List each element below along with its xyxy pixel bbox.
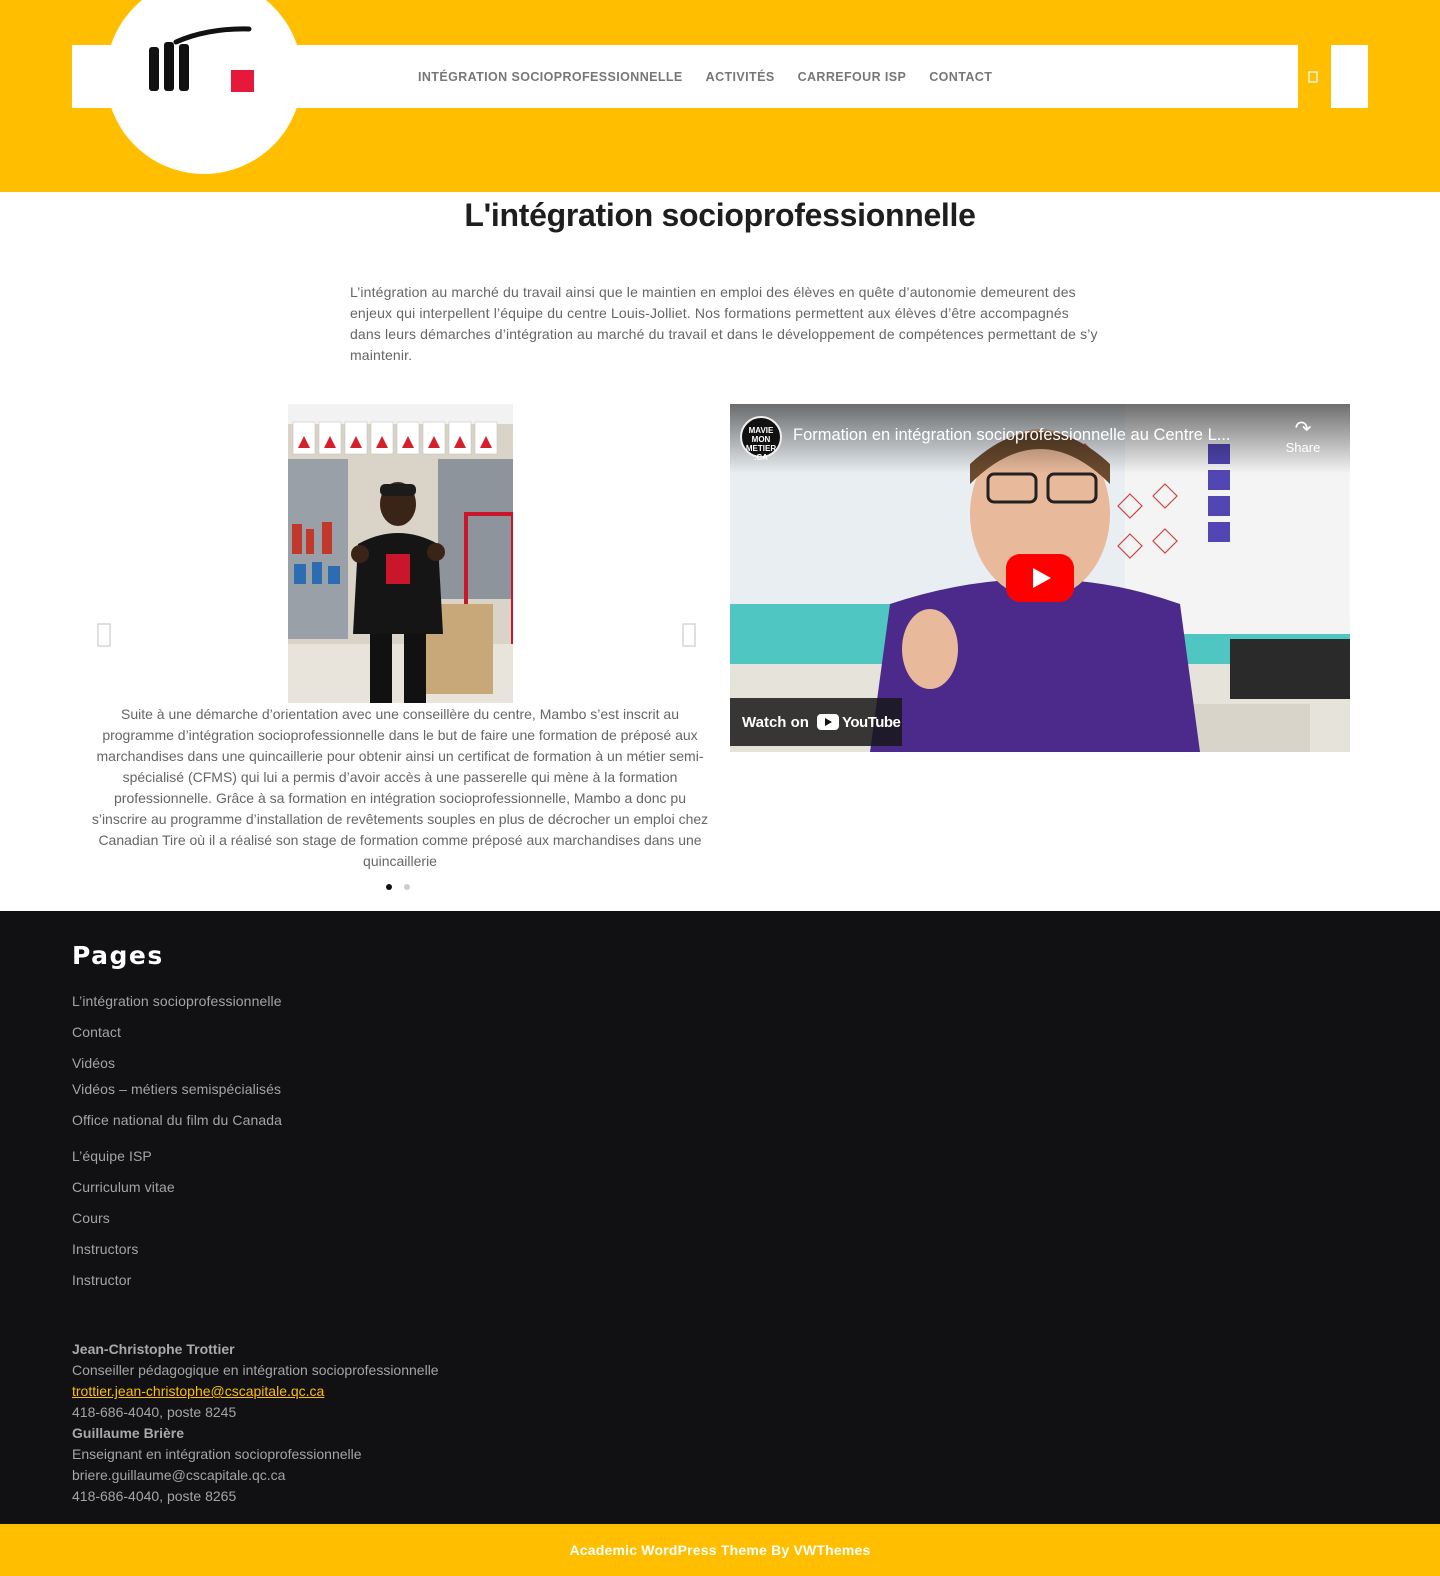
chevron-right-icon bbox=[682, 623, 696, 647]
youtube-logo-text: YouTube bbox=[841, 713, 901, 731]
watch-on-label: Watch on bbox=[742, 713, 809, 731]
footer-link-equipe-isp[interactable]: L’équipe ISP bbox=[72, 1148, 152, 1164]
nav-item-contact[interactable]: CONTACT bbox=[929, 70, 992, 84]
intro-paragraph: L’intégration au marché du travail ainsi… bbox=[350, 284, 1098, 363]
channel-avatar[interactable]: MAVIE MON METIER .CA bbox=[740, 416, 782, 462]
slide-caption: Suite à une démarche d’orientation avec … bbox=[91, 706, 709, 869]
copyright-bar: Academic WordPress Theme By VWThemes bbox=[0, 1524, 1440, 1576]
share-button[interactable]: ↷ Share bbox=[1278, 418, 1328, 455]
contact-email-link[interactable]: trottier.jean-christophe@cscapitale.qc.c… bbox=[72, 1383, 324, 1399]
carousel-dots bbox=[386, 884, 410, 890]
youtube-logo: YouTube bbox=[816, 713, 901, 731]
footer-link-instructor[interactable]: Instructor bbox=[72, 1272, 131, 1288]
slide-photo bbox=[288, 404, 513, 703]
carousel-dot-1[interactable] bbox=[386, 884, 392, 890]
site-logo[interactable] bbox=[148, 22, 258, 97]
search-icon bbox=[1308, 70, 1318, 83]
youtube-play-icon bbox=[816, 714, 839, 730]
contact-email: briere.guillaume@cscapitale.qc.ca bbox=[72, 1467, 286, 1483]
menu-toggle-button[interactable] bbox=[1331, 45, 1368, 108]
contact-name: Guillaume Brière bbox=[72, 1425, 185, 1441]
footer-link-instructors[interactable]: Instructors bbox=[72, 1241, 138, 1257]
chevron-left-icon bbox=[97, 623, 111, 647]
carousel-dot-2[interactable] bbox=[404, 884, 410, 890]
contact-block: Jean-Christophe Trottier Conseiller péda… bbox=[72, 1339, 439, 1507]
nav-item-carrefour-isp[interactable]: CARREFOUR ISP bbox=[798, 70, 907, 84]
footer-link-cv[interactable]: Curriculum vitae bbox=[72, 1179, 175, 1195]
testimonial-carousel: Suite à une démarche d’orientation avec … bbox=[90, 404, 710, 904]
watch-on-youtube-button[interactable]: Watch on YouTube bbox=[730, 698, 902, 746]
carousel-next-button[interactable] bbox=[682, 620, 696, 655]
nav-item-activites[interactable]: ACTIVITÉS bbox=[706, 70, 775, 84]
store-photo-illustration bbox=[288, 404, 513, 703]
footer-link-videos-metiers[interactable]: Vidéos – métiers semispécialisés bbox=[72, 1081, 281, 1097]
main-nav: INTÉGRATION SOCIOPROFESSIONNELLE ACTIVIT… bbox=[418, 45, 992, 108]
contact-phone: 418-686-4040, poste 8245 bbox=[72, 1404, 237, 1420]
theme-credit-link[interactable]: Academic WordPress Theme By VWThemes bbox=[569, 1542, 870, 1558]
contact-name: Jean-Christophe Trottier bbox=[72, 1341, 235, 1357]
share-icon: ↷ bbox=[1294, 418, 1312, 440]
play-button[interactable] bbox=[1006, 554, 1074, 602]
contact-role: Enseignant en intégration socioprofessio… bbox=[72, 1446, 362, 1462]
footer-link-contact[interactable]: Contact bbox=[72, 1024, 121, 1040]
contact-phone: 418-686-4040, poste 8265 bbox=[72, 1488, 237, 1504]
share-label: Share bbox=[1285, 440, 1321, 455]
site-footer: Pages L’intégration socioprofessionnelle… bbox=[0, 911, 1440, 1524]
footer-link-videos[interactable]: Vidéos bbox=[72, 1055, 115, 1071]
search-button[interactable] bbox=[1298, 45, 1328, 108]
carousel-prev-button[interactable] bbox=[97, 620, 111, 655]
video-title[interactable]: Formation en intégration socioprofession… bbox=[793, 426, 1273, 445]
youtube-video-embed[interactable]: MAVIE MON METIER .CA Formation en intégr… bbox=[730, 404, 1350, 752]
contact-role: Conseiller pédagogique en intégration so… bbox=[72, 1362, 439, 1378]
nav-item-integration[interactable]: INTÉGRATION SOCIOPROFESSIONNELLE bbox=[418, 70, 683, 84]
page-title: L'intégration socioprofessionnelle bbox=[464, 197, 976, 233]
footer-link-cours[interactable]: Cours bbox=[72, 1210, 110, 1226]
footer-link-onf[interactable]: Office national du film du Canada bbox=[72, 1112, 282, 1128]
footer-heading: Pages bbox=[72, 941, 164, 970]
footer-link-integration[interactable]: L’intégration socioprofessionnelle bbox=[72, 993, 282, 1009]
